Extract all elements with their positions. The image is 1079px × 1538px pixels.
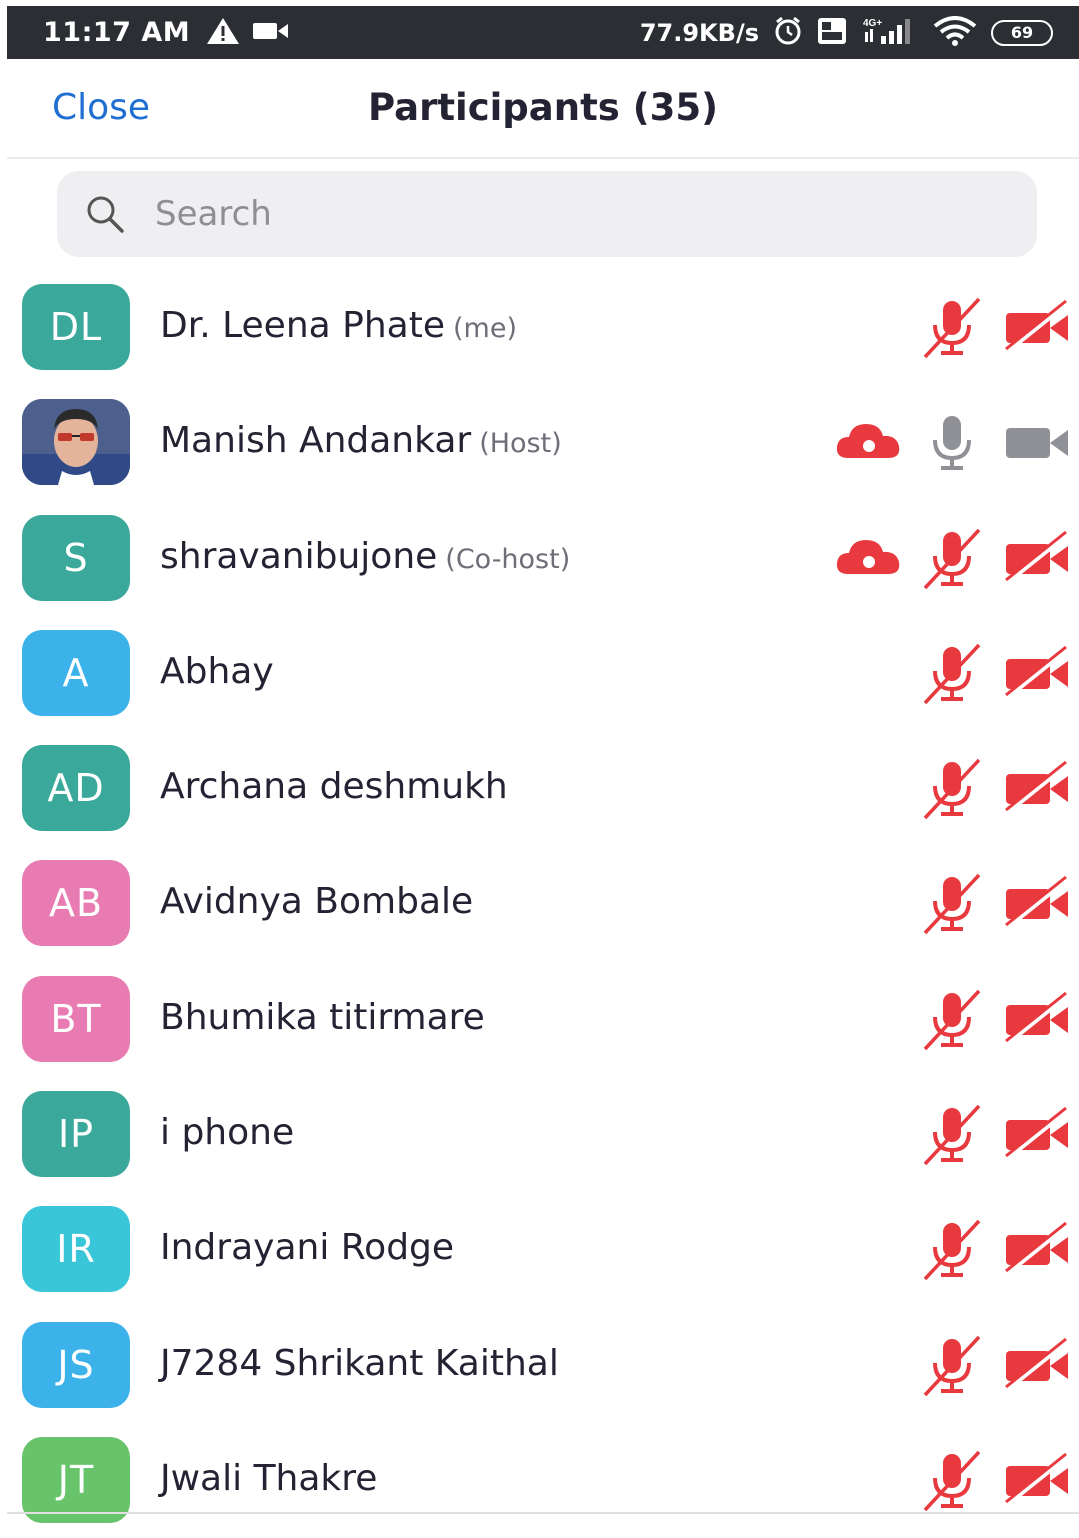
- participant-name: shravanibujone: [160, 535, 438, 577]
- wifi-icon: [933, 15, 977, 50]
- participant-row[interactable]: JS J7284 Shrikant Kaithal: [7, 1308, 1079, 1423]
- mic-muted-icon[interactable]: [919, 756, 985, 826]
- mic-muted-icon[interactable]: [919, 526, 985, 596]
- avatar: JT: [22, 1436, 130, 1523]
- participant-name: Indrayani Rodge: [160, 1227, 455, 1269]
- participant-list: DL Dr. Leena Phate (me) Manish Andankar (Hos…: [7, 270, 1079, 1538]
- mic-muted-icon[interactable]: [919, 871, 985, 941]
- alarm-icon: [773, 16, 803, 50]
- participant-name-line: Jwali Thakre: [160, 1458, 377, 1499]
- participant-row[interactable]: IR Indrayani Rodge: [7, 1192, 1079, 1307]
- participant-name-line: i phone: [160, 1112, 294, 1153]
- video-off-icon[interactable]: [1004, 295, 1070, 365]
- participant-name: Archana deshmukh: [160, 766, 508, 808]
- participant-name-line: Indrayani Rodge: [160, 1227, 454, 1268]
- participant-role: (Co-host): [445, 543, 571, 575]
- participant-row[interactable]: JT Jwali Thakre: [7, 1423, 1079, 1538]
- cloud-recording-icon: [834, 410, 904, 480]
- mic-muted-icon[interactable]: [919, 641, 985, 711]
- participant-row[interactable]: A Abhay: [7, 616, 1079, 731]
- video-off-icon[interactable]: [1004, 1217, 1070, 1287]
- participant-name: i phone: [160, 1112, 295, 1154]
- video-off-icon[interactable]: [1004, 526, 1070, 596]
- network-speed: 77.9KB/s: [639, 18, 759, 47]
- video-record-icon: [252, 20, 290, 46]
- avatar: IP: [22, 1091, 130, 1178]
- avatar: A: [22, 629, 130, 716]
- signal-icon: 4G+: [861, 16, 919, 50]
- participant-name-line: Archana deshmukh: [160, 766, 508, 807]
- video-off-icon[interactable]: [1004, 1333, 1070, 1403]
- participant-name: Jwali Thakre: [160, 1457, 378, 1499]
- video-off-icon[interactable]: [1004, 987, 1070, 1057]
- video-camera-icon[interactable]: [1004, 410, 1070, 480]
- page-title: Participants (35): [367, 86, 719, 129]
- status-time: 11:17 AM: [43, 17, 191, 48]
- participant-name: Avidnya Bombale: [160, 881, 474, 923]
- alert-triangle-icon: [206, 17, 240, 49]
- search-bar[interactable]: [57, 171, 1037, 257]
- volte-icon: [817, 17, 847, 49]
- participant-row[interactable]: AB Avidnya Bombale: [7, 846, 1079, 961]
- video-off-icon[interactable]: [1004, 871, 1070, 941]
- participant-role: (me): [453, 313, 517, 344]
- participant-role: (Host): [479, 428, 562, 460]
- participant-name-line: shravanibujone (Co-host): [160, 536, 570, 577]
- participant-row[interactable]: AD Archana deshmukh: [7, 731, 1079, 846]
- header-bar: Close Participants (35): [7, 59, 1079, 159]
- participant-row[interactable]: IP i phone: [7, 1077, 1079, 1192]
- search-input[interactable]: [153, 193, 977, 235]
- participant-name-line: Bhumika titirmare: [160, 997, 485, 1038]
- participant-name: Bhumika titirmare: [160, 996, 485, 1038]
- participant-name-line: Manish Andankar (Host): [160, 420, 562, 461]
- participant-name-line: Dr. Leena Phate (me): [160, 305, 517, 346]
- search-icon: [85, 193, 127, 235]
- participant-row[interactable]: Sshravanibujone (Co-host): [7, 501, 1079, 616]
- participants-screen: 11:17 AM 77.9KB/s 4G+ 69 Close Participa…: [0, 0, 1079, 1533]
- participant-name-line: J7284 Shrikant Kaithal: [160, 1343, 559, 1384]
- mic-muted-icon[interactable]: [919, 1217, 985, 1287]
- avatar: JS: [22, 1321, 130, 1408]
- video-off-icon[interactable]: [1004, 1448, 1070, 1518]
- battery-level: 69: [1010, 23, 1034, 42]
- battery-icon: 69: [991, 19, 1053, 46]
- mic-muted-icon[interactable]: [919, 1102, 985, 1172]
- participant-name: Manish Andankar: [160, 420, 472, 462]
- network-type-label: 4G+: [863, 18, 882, 29]
- participant-name: Abhay: [160, 650, 274, 692]
- participant-name-line: Abhay: [160, 651, 274, 692]
- avatar: BT: [22, 975, 130, 1062]
- avatar: S: [22, 514, 130, 601]
- participant-row[interactable]: Manish Andankar (Host): [7, 385, 1079, 500]
- mic-muted-icon[interactable]: [919, 1448, 985, 1518]
- avatar: AD: [22, 745, 130, 832]
- bottom-divider: [7, 1512, 1079, 1514]
- avatar: DL: [22, 284, 130, 370]
- avatar: IR: [22, 1206, 130, 1293]
- participant-row[interactable]: DL Dr. Leena Phate (me): [7, 270, 1079, 385]
- participant-name-line: Avidnya Bombale: [160, 881, 473, 922]
- mic-muted-icon[interactable]: [919, 1333, 985, 1403]
- avatar: [22, 399, 130, 486]
- participant-name: J7284 Shrikant Kaithal: [160, 1342, 559, 1384]
- video-off-icon[interactable]: [1004, 641, 1070, 711]
- participant-name: Dr. Leena Phate: [160, 305, 445, 346]
- cloud-recording-icon: [834, 526, 904, 596]
- mic-icon[interactable]: [919, 410, 985, 480]
- participant-row[interactable]: BT Bhumika titirmare: [7, 962, 1079, 1077]
- video-off-icon[interactable]: [1004, 756, 1070, 826]
- mic-muted-icon[interactable]: [919, 987, 985, 1057]
- avatar: AB: [22, 860, 130, 947]
- status-bar: 11:17 AM 77.9KB/s 4G+ 69: [7, 6, 1079, 59]
- mic-muted-icon[interactable]: [919, 295, 985, 365]
- video-off-icon[interactable]: [1004, 1102, 1070, 1172]
